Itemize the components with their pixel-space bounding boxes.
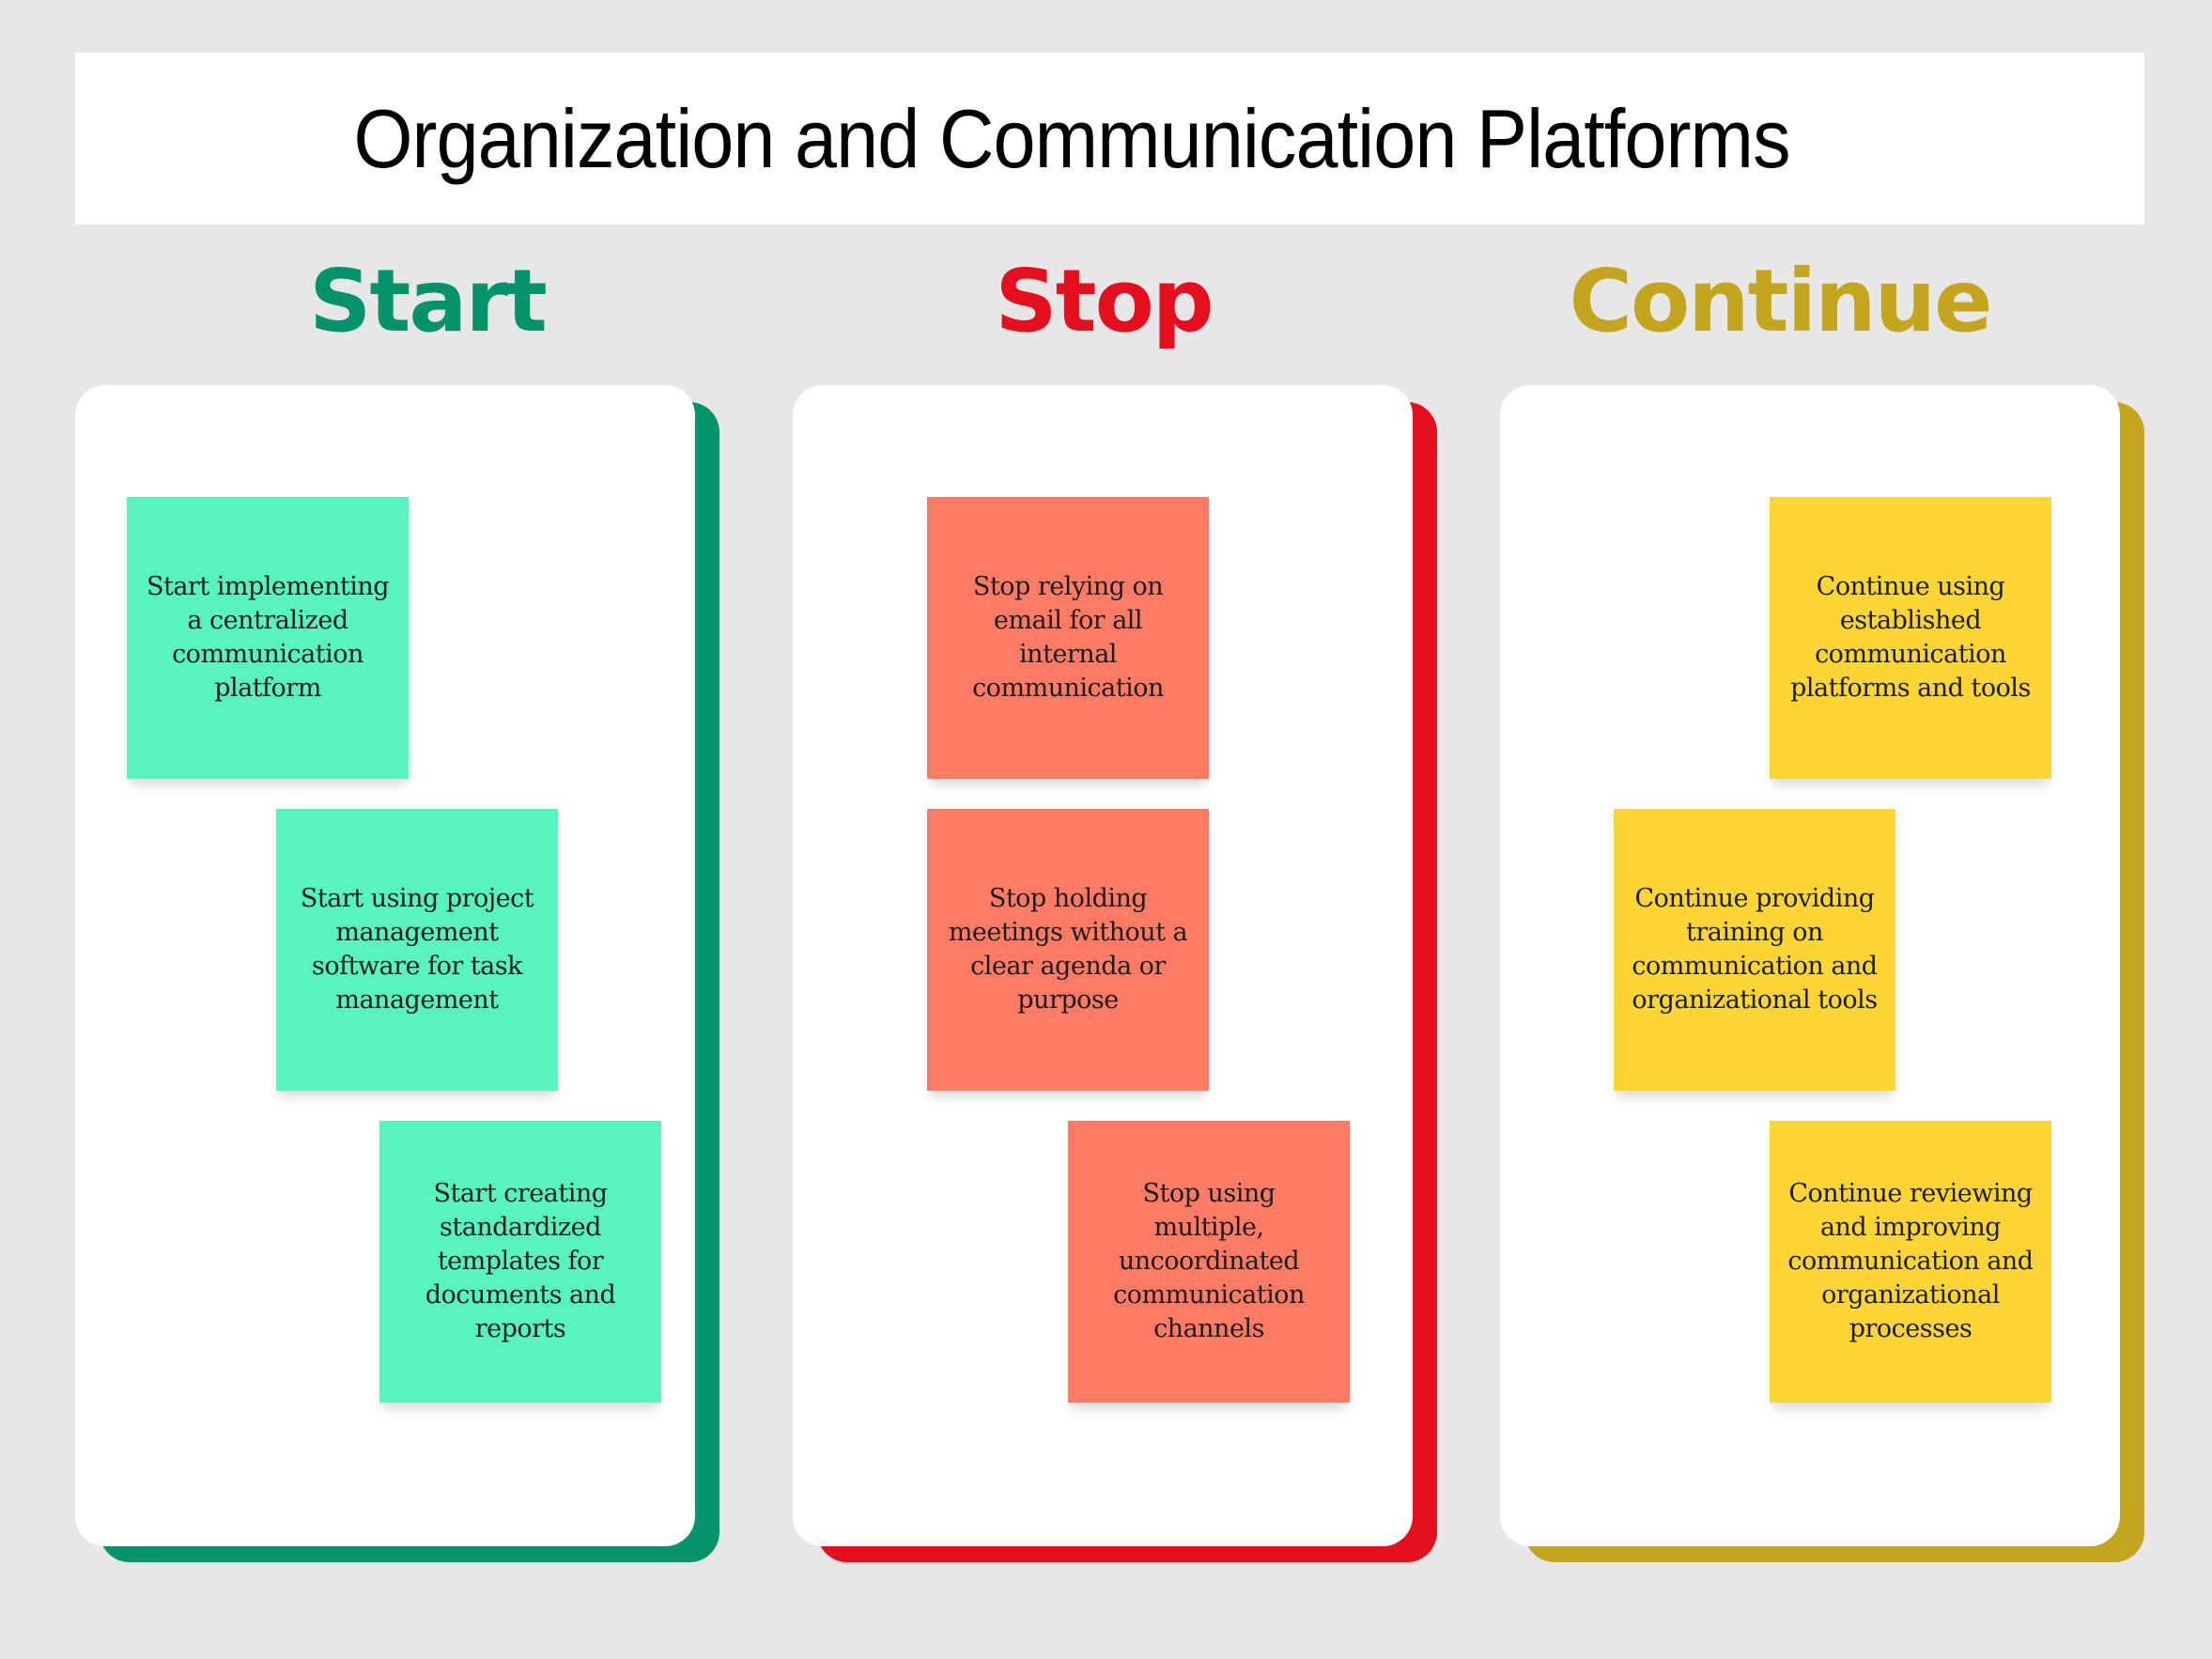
note-text: Stop relying on email for all internal c… [972,572,1164,703]
note-text: Stop holding meetings without a clear ag… [948,884,1188,1015]
stop-note[interactable]: Stop using multiple, uncoordinated commu… [1068,1121,1350,1403]
heading-stop: Stop [995,251,1214,351]
title-banner: Organization and Communication Platforms [75,53,2144,225]
start-note[interactable]: Start using project management software … [276,809,558,1091]
note-text: Continue providing training on communica… [1632,884,1878,1015]
start-column-card: Start implementing a centralized communi… [75,385,695,1546]
heading-continue: Continue [1569,251,1992,351]
start-note[interactable]: Start implementing a centralized communi… [127,497,409,779]
note-text: Start creating standardized templates fo… [425,1179,616,1343]
note-text: Continue using established communication… [1790,572,2031,703]
note-text: Start implementing a centralized communi… [146,572,390,703]
continue-note[interactable]: Continue reviewing and improving communi… [1770,1121,2051,1403]
continue-column-card: Continue using established communication… [1500,385,2120,1546]
page-title: Organization and Communication Platforms [353,91,1791,185]
stop-note[interactable]: Stop relying on email for all internal c… [927,497,1209,779]
continue-note[interactable]: Continue providing training on communica… [1614,809,1895,1091]
heading-start: Start [309,251,548,351]
continue-note[interactable]: Continue using established communication… [1770,497,2051,779]
note-text: Start using project management software … [300,884,534,1015]
start-note[interactable]: Start creating standardized templates fo… [379,1121,661,1403]
note-text: Stop using multiple, uncoordinated commu… [1113,1179,1305,1343]
stop-column-card: Stop relying on email for all internal c… [793,385,1413,1546]
stop-note[interactable]: Stop holding meetings without a clear ag… [927,809,1209,1091]
note-text: Continue reviewing and improving communi… [1787,1179,2034,1343]
